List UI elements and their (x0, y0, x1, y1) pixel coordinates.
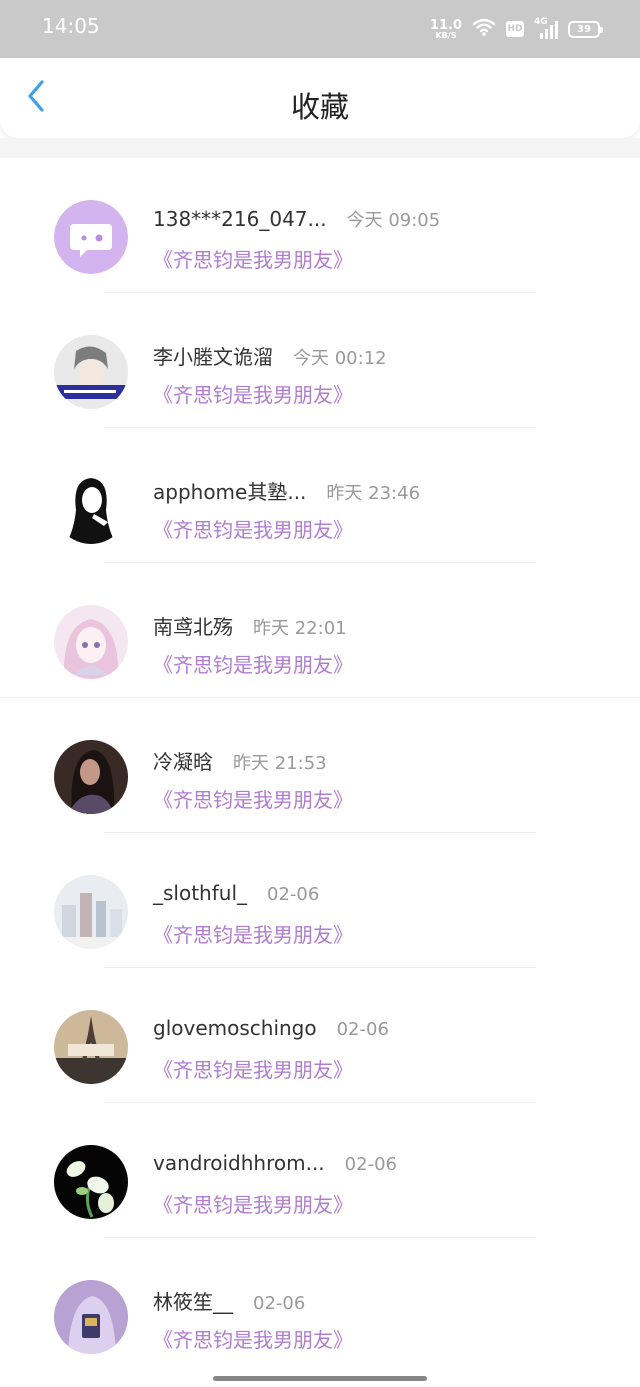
favorite-item[interactable]: 林筱笙__ 02-06 《齐思钧是我男朋友》 (0, 1238, 640, 1373)
favorite-header: glovemoschingo 02-06 (153, 1016, 389, 1040)
flower-photo (54, 1145, 128, 1219)
timestamp: 02-06 (336, 1019, 389, 1040)
app-header: 收藏 (0, 58, 640, 138)
favorite-subject[interactable]: 《齐思钧是我男朋友》 (153, 379, 353, 408)
favorite-subject[interactable]: 《齐思钧是我男朋友》 (153, 1324, 353, 1353)
eiffel-photo (54, 1010, 128, 1084)
user-name[interactable]: vandroidhhrom... (153, 1151, 325, 1175)
timestamp: 昨天 23:46 (326, 483, 421, 504)
user-photo (54, 335, 128, 409)
timestamp: 02-06 (267, 884, 320, 905)
favorite-item[interactable]: 冷凝晗 昨天 21:53 《齐思钧是我男朋友》 (0, 698, 640, 833)
timestamp: 昨天 22:01 (253, 618, 347, 639)
favorite-header: vandroidhhrom... 02-06 (153, 1151, 397, 1175)
user-sketch (54, 470, 128, 544)
user-name[interactable]: 138***216_047... (153, 207, 327, 231)
cellular-signal-icon: 4G (534, 17, 558, 39)
chat-bubble-icon (54, 200, 128, 274)
user-name[interactable]: 林筱笙__ (153, 1286, 233, 1315)
favorite-subject[interactable]: 《齐思钧是我男朋友》 (153, 649, 353, 678)
favorite-subject[interactable]: 《齐思钧是我男朋友》 (153, 244, 353, 273)
favorite-subject[interactable]: 《齐思钧是我男朋友》 (153, 1054, 353, 1083)
favorites-list: 138***216_047... 今天 09:05 《齐思钧是我男朋友》 李小塍… (0, 158, 640, 1373)
timestamp: 02-06 (253, 1293, 306, 1314)
favorite-header: _slothful_ 02-06 (153, 881, 319, 905)
avatar[interactable] (54, 200, 128, 274)
favorite-subject[interactable]: 《齐思钧是我男朋友》 (153, 919, 353, 948)
timestamp: 昨天 21:53 (233, 753, 327, 774)
status-time: 14:05 (42, 14, 100, 38)
favorite-subject[interactable]: 《齐思钧是我男朋友》 (153, 514, 353, 543)
favorite-item[interactable]: glovemoschingo 02-06 《齐思钧是我男朋友》 (0, 968, 640, 1103)
favorite-header: 李小塍文诡溜 今天 00:12 (153, 341, 387, 370)
favorite-item[interactable]: 138***216_047... 今天 09:05 《齐思钧是我男朋友》 (0, 158, 640, 293)
favorite-item[interactable]: _slothful_ 02-06 《齐思钧是我男朋友》 (0, 833, 640, 968)
battery-icon: 39 (568, 20, 603, 38)
favorite-header: apphome其塾... 昨天 23:46 (153, 476, 420, 505)
favorite-item[interactable]: 南鸢北殇 昨天 22:01 《齐思钧是我男朋友》 (0, 563, 640, 698)
favorite-header: 南鸢北殇 昨天 22:01 (153, 611, 347, 640)
avatar[interactable] (54, 875, 128, 949)
timestamp: 今天 09:05 (346, 210, 441, 231)
avatar[interactable] (54, 1280, 128, 1354)
avatar[interactable] (54, 1145, 128, 1219)
wifi-icon (472, 18, 496, 40)
avatar[interactable] (54, 335, 128, 409)
home-indicator[interactable] (213, 1376, 427, 1381)
favorite-subject[interactable]: 《齐思钧是我男朋友》 (153, 1189, 353, 1218)
avatar[interactable] (54, 605, 128, 679)
page-title: 收藏 (290, 90, 349, 124)
avatar[interactable] (54, 1010, 128, 1084)
favorite-header: 138***216_047... 今天 09:05 (153, 206, 440, 232)
favorite-item[interactable]: vandroidhhrom... 02-06 《齐思钧是我男朋友》 (0, 1103, 640, 1238)
anime-girl (54, 605, 128, 679)
user-name[interactable]: glovemoschingo (153, 1016, 317, 1040)
network-speed-value: 11.0 (429, 17, 462, 33)
favorite-subject[interactable]: 《齐思钧是我男朋友》 (153, 784, 353, 813)
status-icons: 11.0 KB/S HD 4G 39 (430, 15, 603, 43)
timestamp: 02-06 (344, 1154, 397, 1175)
favorite-item[interactable]: 李小塍文诡溜 今天 00:12 《齐思钧是我男朋友》 (0, 293, 640, 428)
favorite-item[interactable]: apphome其塾... 昨天 23:46 《齐思钧是我男朋友》 (0, 428, 640, 563)
hd-voice-icon: HD (506, 21, 524, 37)
favorite-header: 冷凝晗 昨天 21:53 (153, 746, 327, 775)
timestamp: 今天 00:12 (293, 348, 387, 369)
network-speed: 11.0 KB/S (430, 19, 462, 40)
avatar[interactable] (54, 740, 128, 814)
user-name[interactable]: _slothful_ (153, 881, 247, 905)
status-bar: 14:05 11.0 KB/S HD 4G 39 (0, 0, 640, 58)
user-name[interactable]: 南鸢北殇 (153, 611, 233, 640)
city-photo (54, 875, 128, 949)
network-speed-unit: KB/S (435, 30, 457, 40)
avatar[interactable] (54, 470, 128, 544)
section-gap (0, 138, 640, 158)
user-name[interactable]: apphome其塾... (153, 476, 306, 505)
user-photo (54, 740, 128, 814)
user-name[interactable]: 李小塍文诡溜 (153, 341, 273, 370)
favorite-header: 林筱笙__ 02-06 (153, 1286, 305, 1315)
user-photo (54, 1280, 128, 1354)
battery-level: 39 (577, 23, 591, 35)
user-name[interactable]: 冷凝晗 (153, 746, 213, 775)
